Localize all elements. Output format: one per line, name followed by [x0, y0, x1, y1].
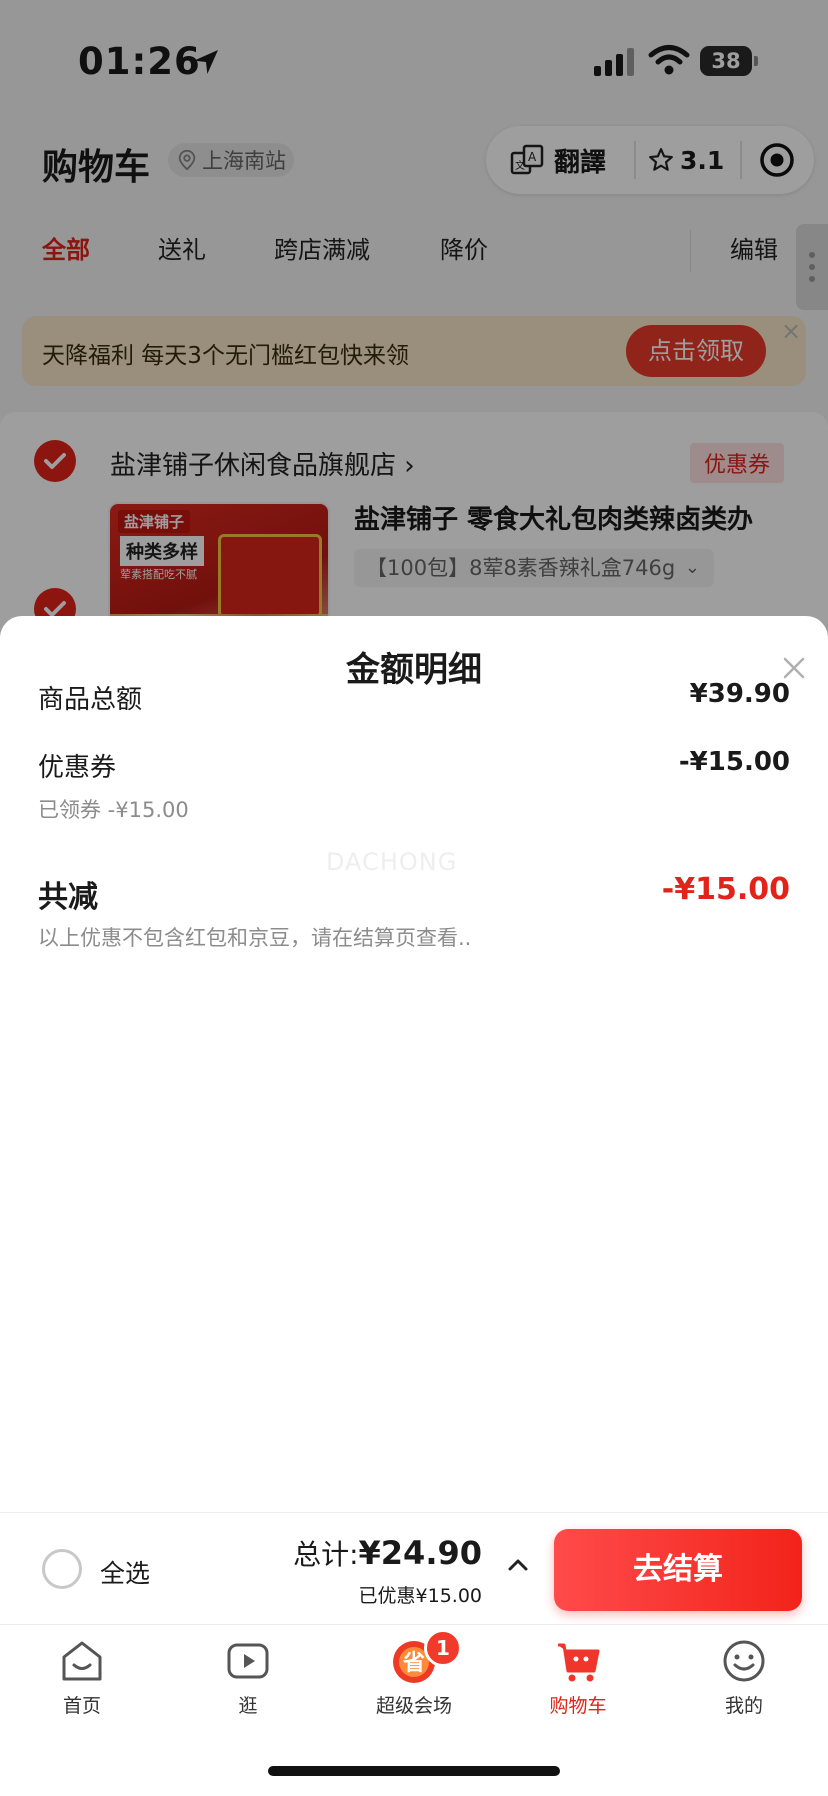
order-total-amount: ¥24.90 — [358, 1534, 482, 1572]
coupon-note: 已领券 -¥15.00 — [38, 798, 189, 822]
play-icon — [227, 1643, 269, 1679]
watermark: DACHONG — [326, 848, 458, 876]
tab-cart[interactable]: 购物车 — [518, 1635, 638, 1718]
tab-mine-label: 我的 — [724, 1695, 763, 1717]
svg-text:省: 省 — [402, 1651, 425, 1676]
coupon-value: -¥15.00 — [678, 747, 790, 777]
bottom-tab-bar: 首页 逛 省 1 超级会场 购物车 我的 — [0, 1624, 828, 1724]
tab-browse-label: 逛 — [238, 1695, 258, 1717]
smiley-icon — [723, 1640, 765, 1682]
tab-home[interactable]: 首页 — [22, 1635, 142, 1718]
tab-browse[interactable]: 逛 — [188, 1635, 308, 1718]
saved-amount: 已优惠¥15.00 — [358, 1585, 482, 1607]
goods-total-label: 商品总额 — [38, 685, 143, 715]
cart-icon — [558, 1643, 600, 1682]
tab-cart-label: 购物车 — [549, 1695, 607, 1717]
total-discount-label: 共减 — [38, 880, 98, 915]
tab-super-venue[interactable]: 省 1 超级会场 — [354, 1629, 474, 1718]
order-total: 总计:¥24.90 — [293, 1533, 482, 1573]
home-icon — [62, 1641, 102, 1681]
tab-super-venue-label: 超级会场 — [375, 1695, 452, 1717]
modal-overlay[interactable] — [0, 0, 828, 640]
home-indicator[interactable] — [268, 1766, 560, 1776]
checkout-button[interactable]: 去结算 — [554, 1529, 802, 1611]
order-total-prefix: 总计: — [293, 1538, 359, 1571]
coupon-label: 优惠券 — [38, 753, 117, 783]
tab-home-label: 首页 — [62, 1695, 101, 1717]
chevron-up-icon[interactable] — [504, 1551, 532, 1579]
goods-total-value: ¥39.90 — [689, 679, 790, 709]
tab-mine[interactable]: 我的 — [684, 1635, 804, 1718]
discount-disclaimer: 以上优惠不包含红包和京豆，请在结算页查看.. — [38, 926, 472, 950]
super-venue-badge: 1 — [424, 1629, 462, 1667]
total-discount-value: -¥15.00 — [661, 872, 790, 907]
select-all-radio[interactable] — [42, 1549, 82, 1589]
checkout-bar: 全选 总计:¥24.90 已优惠¥15.00 去结算 — [0, 1512, 828, 1624]
select-all-label[interactable]: 全选 — [100, 1554, 150, 1590]
